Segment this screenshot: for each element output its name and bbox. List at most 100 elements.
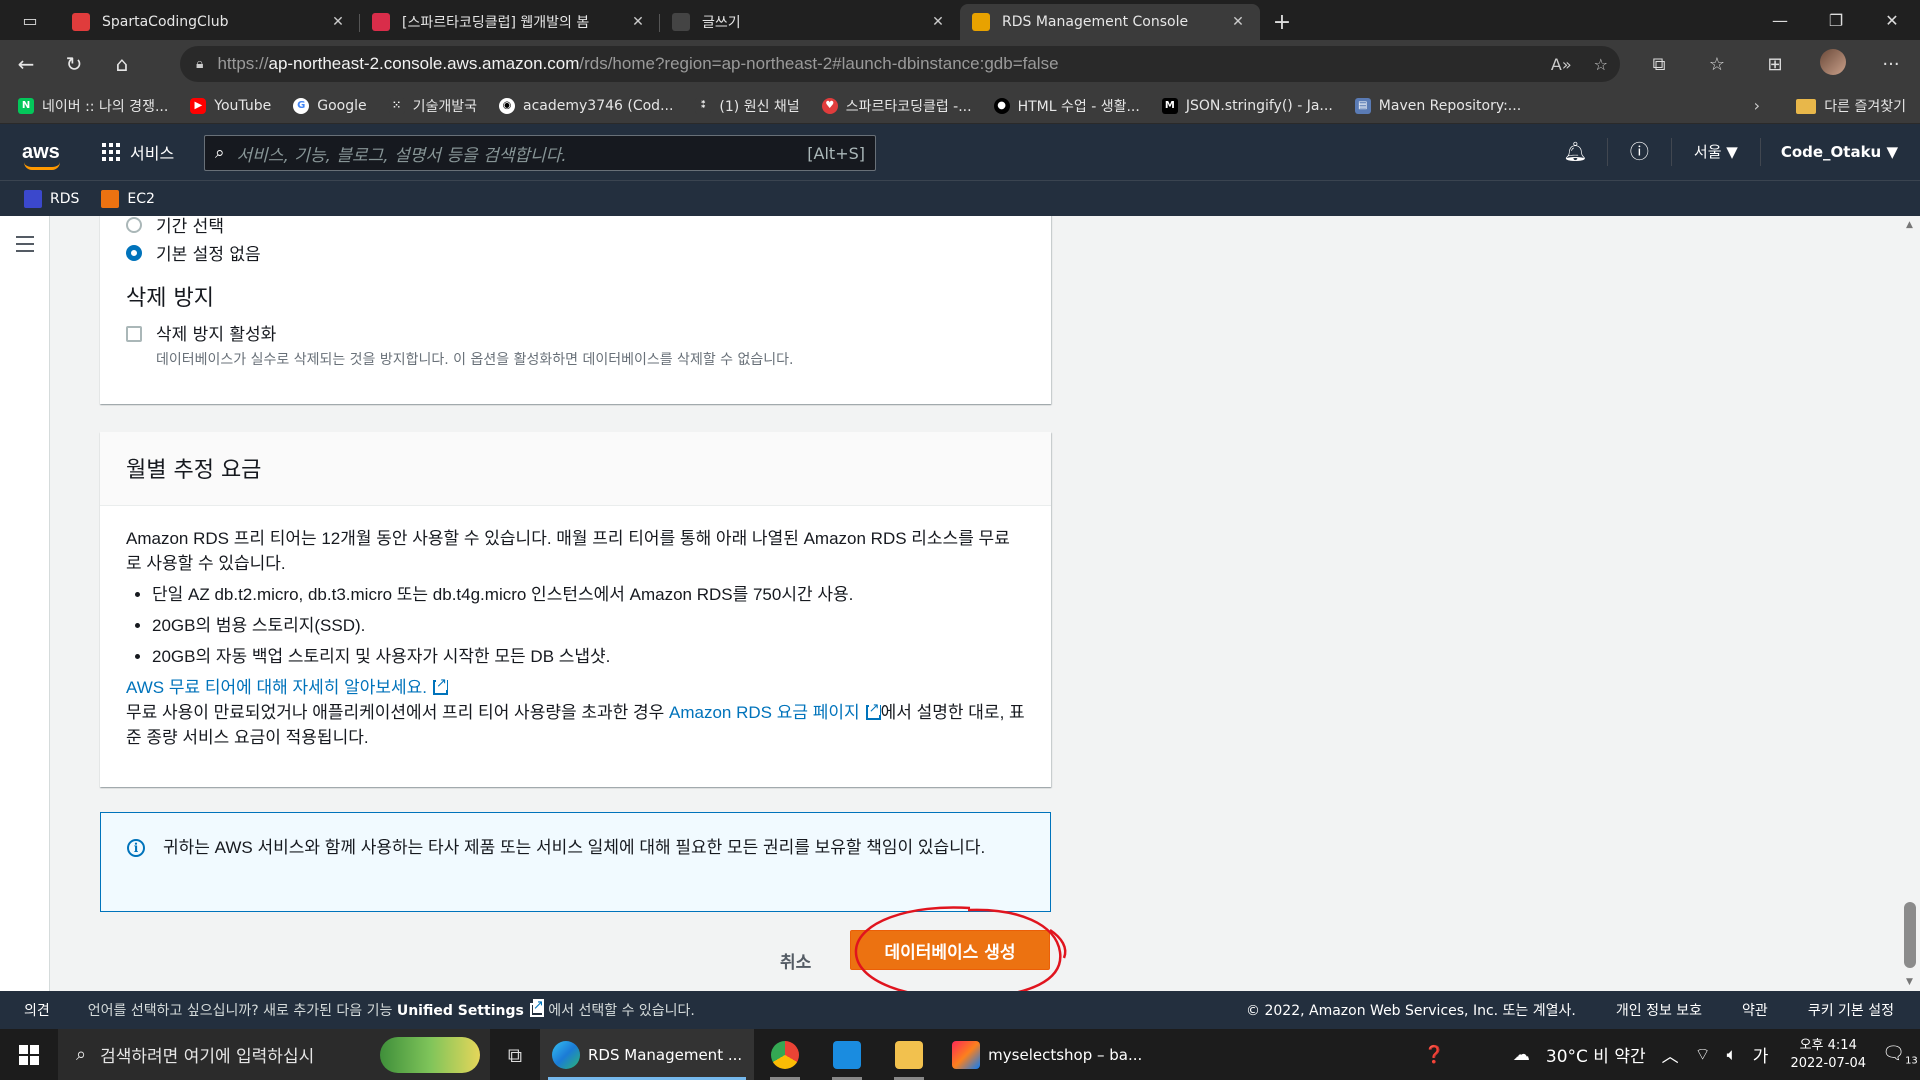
close-window-icon[interactable]: ✕ [1864, 0, 1920, 40]
bookmark-item[interactable]: ● HTML 수업 - 생활... [993, 96, 1140, 116]
ime-indicator[interactable]: 가 [1753, 1042, 1769, 1067]
new-tab-icon[interactable]: + [1260, 4, 1304, 40]
taskbar-edge-app[interactable]: RDS Management ... [540, 1029, 755, 1080]
favorite-rds[interactable]: RDS [24, 189, 79, 208]
edge-icon [552, 1040, 580, 1069]
terms-link[interactable]: 약관 [1742, 1000, 1768, 1020]
aws-logo[interactable]: aws [22, 141, 66, 170]
side-nav-rail [0, 216, 50, 991]
bookmark-label: 스파르타코딩클럽 -... [845, 98, 972, 115]
radio-option-partial[interactable]: 기간 선택 [126, 216, 224, 237]
other-bookmarks-folder[interactable]: 다른 즐겨찾기 [1796, 88, 1906, 124]
add-favorite-icon[interactable]: ☆ [1594, 55, 1608, 74]
privacy-link[interactable]: 개인 정보 보호 [1616, 1000, 1702, 1020]
info-icon: i [127, 839, 145, 857]
hamburger-icon[interactable] [16, 236, 34, 257]
taskbar-search-input[interactable]: ⌕ 검색하려면 여기에 입력하십시 [58, 1029, 490, 1080]
tab-title: SpartaCodingClub [102, 14, 229, 30]
weather-icon[interactable]: ☁ [1513, 1045, 1530, 1065]
radio-button-selected[interactable] [126, 244, 142, 261]
close-tab-icon[interactable]: ✕ [628, 14, 648, 30]
help-icon[interactable]: ⓘ [1608, 138, 1672, 166]
lock-icon[interactable]: 🔒︎ [196, 56, 203, 72]
minimize-icon[interactable]: — [1752, 0, 1808, 40]
bookmark-item[interactable]: ♥ 스파르타코딩클럽 -... [821, 96, 972, 116]
create-database-button[interactable]: 데이터베이스 생성 [850, 930, 1050, 970]
bookmark-item[interactable]: ▤ Maven Repository:... [1354, 97, 1521, 114]
cookie-preferences-link[interactable]: 쿠키 기본 설정 [1808, 1000, 1894, 1020]
profile-avatar[interactable] [1804, 48, 1862, 80]
tab-favicon-icon [672, 13, 690, 31]
bookmark-item[interactable]: ⁑ (1) 원신 채널 [695, 96, 800, 116]
restore-icon[interactable]: ❐ [1808, 0, 1864, 40]
bookmark-item[interactable]: G Google [293, 97, 367, 114]
aws-search-input[interactable]: ⌕ 서비스, 기능, 블로그, 설명서 등을 검색합니다. [Alt+S] [204, 135, 876, 171]
radio-button[interactable] [126, 216, 142, 233]
cancel-button[interactable]: 취소 [780, 948, 811, 973]
close-tab-icon[interactable]: ✕ [1228, 14, 1248, 30]
address-bar[interactable]: 🔒︎ https://ap-northeast-2.console.aws.am… [180, 46, 1620, 82]
page-scrollbar[interactable]: ▲ ▼ [1900, 216, 1920, 991]
chevron-right-icon[interactable]: › [1754, 96, 1760, 115]
clock[interactable]: 오후 4:14 2022-07-04 [1790, 1037, 1866, 1073]
scroll-down-icon[interactable]: ▼ [1906, 977, 1913, 987]
taskbar-mail-app[interactable] [816, 1029, 878, 1080]
browser-tab[interactable]: SpartaCodingClub ✕ [60, 4, 360, 40]
bookmarks-bar: N 네이버 :: 나의 경쟁... ▶ YouTube G Google ⁙ 기술개발국… [0, 88, 1920, 124]
chevron-up-icon[interactable]: ︿ [1662, 1042, 1679, 1067]
unified-settings-link[interactable]: Unified Settings [397, 1003, 524, 1019]
feedback-link[interactable]: 의견 [24, 1000, 50, 1020]
browser-tab-active[interactable]: RDS Management Console ✕ [960, 4, 1260, 40]
deletion-protection-checkbox[interactable] [126, 326, 142, 342]
github-icon: ◉ [499, 97, 516, 114]
services-menu[interactable]: 서비스 [102, 140, 174, 164]
bookmark-item[interactable]: M JSON.stringify() - Ja... [1161, 97, 1333, 114]
ec2-icon [101, 189, 120, 208]
tab-actions-icon[interactable]: ▭ [0, 0, 60, 40]
region-selector[interactable]: 서울 ▼ [1672, 138, 1761, 166]
home-icon[interactable]: ⌂ [100, 46, 144, 82]
bookmark-icon: ⁙ [388, 97, 405, 114]
bookmark-item[interactable]: ⁙ 기술개발국 [388, 96, 477, 116]
bookmark-icon: M [1161, 97, 1178, 114]
radio-label: 기본 설정 없음 [156, 245, 261, 265]
weather-text[interactable]: 30°C 비 약간 [1546, 1042, 1646, 1067]
deletion-protection-option[interactable]: 삭제 방지 활성화 데이터베이스가 실수로 삭제되는 것을 방지합니다. 이 옵… [126, 320, 793, 369]
bell-icon[interactable]: 🔔︎ [1544, 138, 1608, 166]
volume-icon[interactable]: 🔈︎ [1727, 1045, 1737, 1065]
other-bookmarks-label: 다른 즐겨찾기 [1824, 99, 1906, 115]
collections-icon[interactable]: ⊞ [1746, 54, 1804, 75]
task-view-icon[interactable]: ⧉ [490, 1043, 540, 1067]
taskbar-chrome-app[interactable] [754, 1029, 816, 1080]
close-tab-icon[interactable]: ✕ [928, 14, 948, 30]
bookmark-item[interactable]: N 네이버 :: 나의 경쟁... [18, 96, 168, 116]
search-placeholder: 서비스, 기능, 블로그, 설명서 등을 검색합니다. [236, 145, 567, 166]
network-icon[interactable]: ⌔ [1695, 1044, 1711, 1065]
notification-icon[interactable]: 🗨13 [1880, 1043, 1920, 1067]
taskbar-intellij-app[interactable]: myselectshop – ba... [940, 1029, 1154, 1080]
windows-start-icon[interactable] [0, 1029, 58, 1080]
favorites-icon[interactable]: ☆ [1688, 54, 1746, 75]
browser-tab[interactable]: 글쓰기 ✕ [660, 4, 960, 40]
help-icon[interactable]: ❓ [1424, 1045, 1445, 1065]
favorite-ec2[interactable]: EC2 [101, 189, 155, 208]
aws-favorites-bar: RDS EC2 [0, 180, 1920, 216]
bookmark-item[interactable]: ▶ YouTube [190, 97, 271, 114]
account-menu[interactable]: Code_Otaku ▼ [1761, 138, 1920, 166]
scrollbar-thumb[interactable] [1904, 902, 1916, 968]
rds-pricing-link[interactable]: Amazon RDS 요금 페이지 [669, 703, 860, 722]
radio-option-none[interactable]: 기본 설정 없음 [126, 240, 261, 265]
refresh-icon[interactable]: ↻ [52, 46, 96, 82]
read-aloud-icon[interactable]: A» [1551, 55, 1572, 74]
bookmark-item[interactable]: ◉ academy3746 (Cod... [499, 97, 673, 114]
taskbar-explorer-app[interactable] [878, 1029, 940, 1080]
close-tab-icon[interactable]: ✕ [328, 14, 348, 30]
main-content: 기간 선택 기본 설정 없음 삭제 방지 삭제 방지 활성화 데이터베이스가 실… [50, 216, 1900, 991]
extensions-icon[interactable]: ⧉ [1630, 54, 1688, 75]
scroll-up-icon[interactable]: ▲ [1906, 220, 1913, 230]
more-menu-icon[interactable]: ··· [1862, 54, 1920, 75]
back-icon[interactable]: ← [4, 46, 48, 82]
tab-title: [스파르타코딩클럽] 웹개발의 봄 [402, 15, 590, 31]
browser-tab[interactable]: [스파르타코딩클럽] 웹개발의 봄 ✕ [360, 4, 660, 40]
free-tier-learn-more-link[interactable]: AWS 무료 티어에 대해 자세히 알아보세요. [126, 678, 427, 697]
